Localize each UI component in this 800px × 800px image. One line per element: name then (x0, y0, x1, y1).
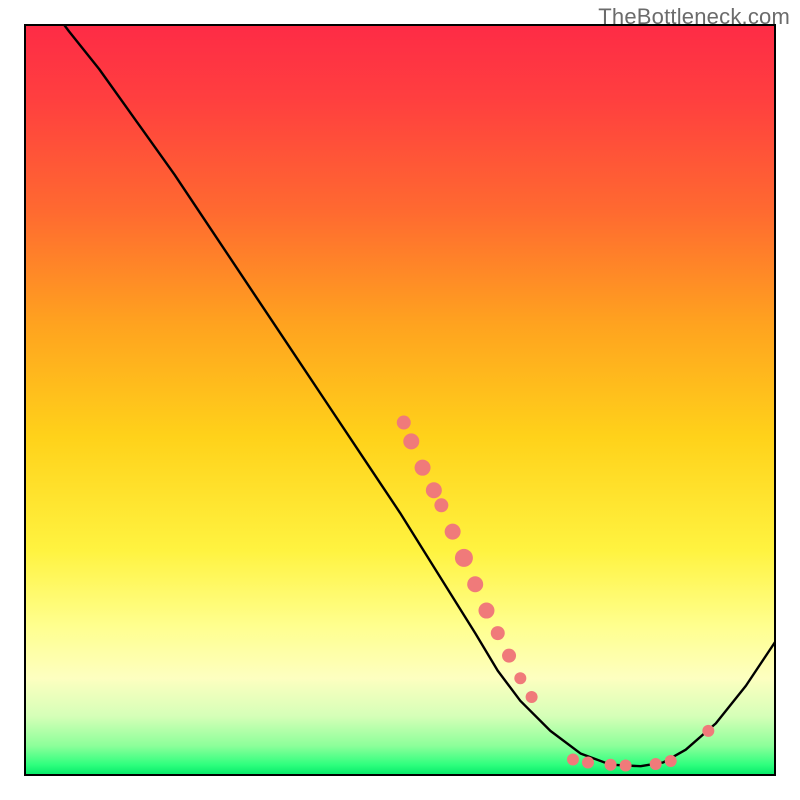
data-point-bottom-left (582, 756, 594, 768)
data-point-cluster-mid (455, 549, 473, 567)
data-point-bottom-right (665, 755, 677, 767)
data-point-cluster-upper (434, 498, 448, 512)
data-point-cluster-low (526, 691, 538, 703)
data-point-cluster-low (491, 626, 505, 640)
data-point-bottom-mid (605, 759, 617, 771)
data-point-cluster-upper (415, 460, 431, 476)
data-point-cluster-low (514, 672, 526, 684)
chart-container: TheBottleneck.com (0, 0, 800, 800)
data-point-bottom-left (567, 753, 579, 765)
data-point-rising (702, 725, 714, 737)
data-point-bottom-right (650, 758, 662, 770)
data-point-cluster-upper (397, 416, 411, 430)
data-point-cluster-mid (478, 603, 494, 619)
data-point-cluster-mid (445, 524, 461, 540)
curve-line (24, 24, 776, 766)
chart-overlay (24, 24, 776, 776)
data-point-cluster-mid (467, 576, 483, 592)
data-point-cluster-upper (403, 433, 419, 449)
watermark-text: TheBottleneck.com (598, 4, 790, 30)
data-point-cluster-low (502, 649, 516, 663)
data-point-cluster-upper (426, 482, 442, 498)
data-point-bottom-mid (620, 759, 632, 771)
points-group (397, 416, 715, 772)
